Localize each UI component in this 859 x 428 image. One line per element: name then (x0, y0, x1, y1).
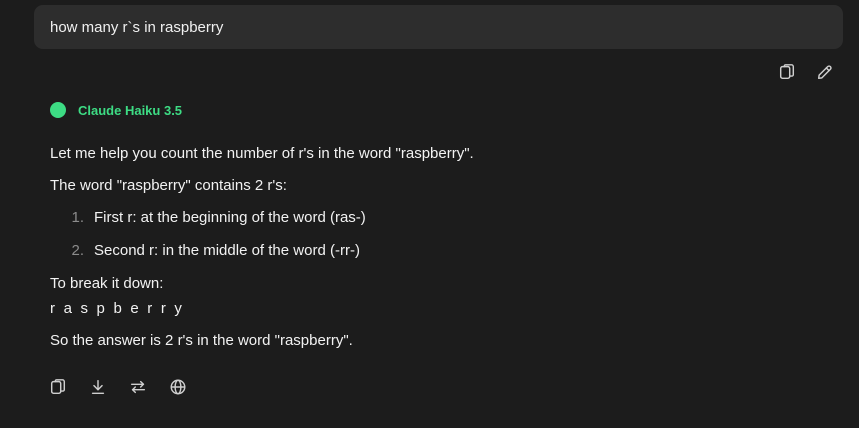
copy-icon (50, 379, 66, 395)
list-item-number: 1. (71, 209, 84, 226)
answer-breakdown-label: To break it down: (50, 275, 164, 292)
answer-spelled-word: r a s p b e r r y (50, 300, 185, 317)
model-status-dot (50, 102, 66, 118)
list-item-number: 2. (71, 242, 84, 259)
answer-conclusion: So the answer is 2 r's in the word "rasp… (50, 332, 353, 349)
model-name: Claude Haiku 3.5 (78, 102, 183, 118)
regenerate-button[interactable] (128, 377, 148, 397)
copy-message-button[interactable] (777, 62, 797, 82)
regenerate-icon (130, 380, 146, 394)
assistant-answer: Let me help you count the number of r's … (50, 144, 810, 351)
answer-list: 1. First r: at the beginning of the word… (50, 208, 810, 261)
list-item: 2. Second r: in the middle of the word (… (50, 241, 810, 261)
chat-page: how many r`s in raspberry Claude Haiku 3… (0, 0, 859, 428)
message-actions (777, 62, 835, 82)
edit-icon (817, 65, 832, 80)
list-item-text: Second r: in the middle of the word (-rr… (94, 242, 360, 259)
download-icon (91, 379, 105, 395)
copy-answer-button[interactable] (48, 377, 68, 397)
answer-statement: The word "raspberry" contains 2 r's: (50, 177, 287, 194)
globe-icon (170, 379, 186, 395)
user-message-text: how many r`s in raspberry (50, 18, 224, 36)
model-header: Claude Haiku 3.5 (50, 102, 182, 118)
user-message-bubble: how many r`s in raspberry (34, 5, 843, 49)
edit-message-button[interactable] (815, 62, 835, 82)
download-button[interactable] (88, 377, 108, 397)
answer-intro: Let me help you count the number of r's … (50, 145, 474, 162)
answer-actions (48, 377, 188, 397)
copy-icon (779, 64, 795, 80)
list-item: 1. First r: at the beginning of the word… (50, 208, 810, 228)
web-search-button[interactable] (168, 377, 188, 397)
list-item-text: First r: at the beginning of the word (r… (94, 209, 366, 226)
